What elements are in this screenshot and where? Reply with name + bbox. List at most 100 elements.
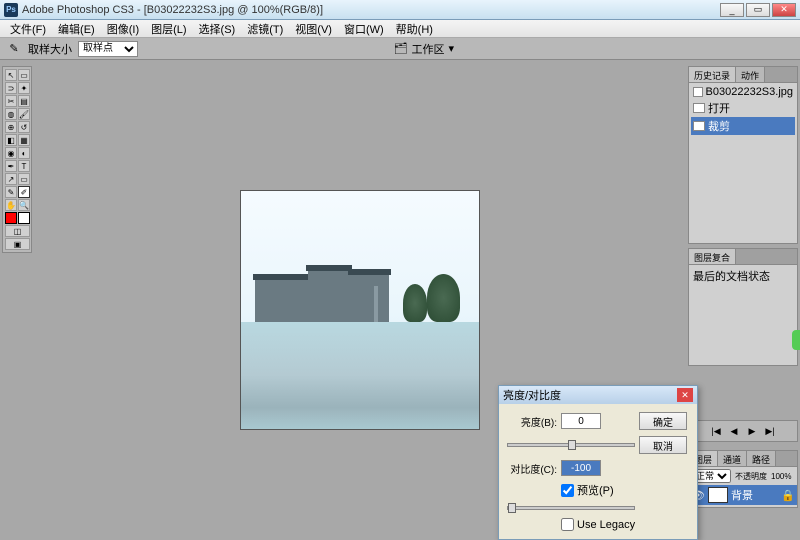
contrast-label: 对比度(C):: [507, 461, 557, 476]
pen-tool[interactable]: ✒: [5, 160, 17, 172]
background-color[interactable]: [18, 212, 30, 224]
paths-tab[interactable]: 路径: [747, 451, 776, 466]
menu-image[interactable]: 图像(I): [101, 19, 145, 39]
layer-name: 背景: [731, 487, 753, 503]
shape-tool[interactable]: ▭: [18, 173, 30, 185]
layer-row-background[interactable]: 👁 背景 🔒: [689, 485, 797, 505]
minimize-button[interactable]: _: [720, 3, 744, 17]
history-brush-tool[interactable]: ↺: [18, 121, 30, 133]
zoom-tool[interactable]: 🔍: [18, 199, 30, 211]
image-building: [255, 279, 307, 322]
nav-prev-icon[interactable]: ◀: [728, 425, 740, 437]
menu-file[interactable]: 文件(F): [4, 19, 52, 39]
titlebar: Ps Adobe Photoshop CS3 - [B03022232S3.jp…: [0, 0, 800, 20]
workspace-label[interactable]: 工作区: [411, 41, 444, 57]
cancel-button[interactable]: 取消: [639, 436, 687, 454]
dialog-titlebar[interactable]: 亮度/对比度 ✕: [499, 386, 697, 404]
brightness-slider[interactable]: [507, 443, 635, 447]
notes-tool[interactable]: ✎: [5, 186, 17, 198]
window-title: Adobe Photoshop CS3 - [B03022232S3.jpg @…: [22, 4, 720, 16]
workspace-dropdown-icon[interactable]: ▾: [448, 42, 454, 55]
hand-tool[interactable]: ✋: [5, 199, 17, 211]
preview-checkbox[interactable]: [561, 484, 574, 497]
eyedropper-tool[interactable]: ✐: [18, 186, 30, 198]
ok-button[interactable]: 确定: [639, 412, 687, 430]
brush-tool[interactable]: 🖌: [18, 108, 30, 120]
nav-last-icon[interactable]: ▶|: [764, 425, 776, 437]
options-bar: ✎ 取样大小 取样点 🗂 工作区 ▾: [0, 38, 800, 60]
menu-select[interactable]: 选择(S): [193, 19, 242, 39]
app-icon: Ps: [4, 3, 18, 17]
menu-filter[interactable]: 滤镜(T): [241, 19, 289, 39]
image-pagoda: [374, 286, 378, 322]
nav-first-icon[interactable]: |◀: [710, 425, 722, 437]
step-icon: [693, 121, 705, 131]
eyedropper-icon: ✎: [6, 41, 22, 57]
channels-tab[interactable]: 通道: [718, 451, 747, 466]
gradient-tool[interactable]: ▦: [18, 134, 30, 146]
foreground-color[interactable]: [5, 212, 17, 224]
slice-tool[interactable]: ▤: [18, 95, 30, 107]
layer-comp-label: 最后的文档状态: [693, 268, 770, 284]
actions-tab[interactable]: 动作: [736, 67, 765, 82]
screenmode-toggle[interactable]: ▣: [5, 238, 30, 250]
history-panel: 历史记录 动作 B03022232S3.jpg 打开 裁剪: [688, 66, 798, 244]
nav-next-icon[interactable]: ▶: [746, 425, 758, 437]
contrast-slider[interactable]: [507, 506, 635, 510]
history-step-open[interactable]: 打开: [691, 99, 795, 117]
menu-edit[interactable]: 编辑(E): [52, 19, 101, 39]
image-tree: [403, 284, 427, 322]
eraser-tool[interactable]: ◧: [5, 134, 17, 146]
close-button[interactable]: ✕: [772, 3, 796, 17]
contrast-input[interactable]: [561, 460, 601, 476]
layer-comps-tab[interactable]: 图层复合: [689, 249, 736, 264]
right-panels: 历史记录 动作 B03022232S3.jpg 打开 裁剪 图层复合 最后的文档…: [688, 66, 798, 366]
brightness-input[interactable]: [561, 413, 601, 429]
layer-comp-item[interactable]: 最后的文档状态: [691, 267, 795, 285]
workspace-icon: 🗂: [394, 42, 408, 55]
lock-icon: 🔒: [781, 489, 795, 502]
menu-view[interactable]: 视图(V): [289, 19, 338, 39]
quickmask-toggle[interactable]: ◫: [5, 225, 30, 237]
menu-help[interactable]: 帮助(H): [390, 19, 439, 39]
history-step-label: 打开: [708, 100, 730, 116]
history-snapshot[interactable]: B03022232S3.jpg: [691, 85, 795, 99]
brightness-label: 亮度(B):: [507, 414, 557, 429]
sample-size-select[interactable]: 取样点: [78, 41, 138, 57]
bridge-launcher[interactable]: [792, 330, 800, 350]
layer-comps-panel: 图层复合 最后的文档状态: [688, 248, 798, 366]
history-step-crop[interactable]: 裁剪: [691, 117, 795, 135]
lasso-tool[interactable]: ⊃: [5, 82, 17, 94]
heal-tool[interactable]: ◍: [5, 108, 17, 120]
crop-tool[interactable]: ✂: [5, 95, 17, 107]
legacy-label: Use Legacy: [577, 519, 635, 531]
document-canvas[interactable]: [240, 190, 480, 430]
preview-label: 预览(P): [577, 482, 614, 498]
history-tab[interactable]: 历史记录: [689, 67, 736, 82]
marquee-tool[interactable]: ▭: [18, 69, 30, 81]
nav-controls: |◀ ◀ ▶ ▶|: [688, 420, 798, 442]
image-tree: [427, 274, 460, 322]
layers-panel: 图层 通道 路径 正常 不透明度 100% 👁 背景 🔒: [688, 450, 798, 508]
snapshot-thumb-icon: [693, 87, 703, 97]
history-doc-name: B03022232S3.jpg: [706, 86, 793, 98]
maximize-button[interactable]: ▭: [746, 3, 770, 17]
step-icon: [693, 103, 705, 113]
legacy-checkbox[interactable]: [561, 518, 574, 531]
menu-layer[interactable]: 图层(L): [145, 19, 192, 39]
move-tool[interactable]: ↖: [5, 69, 17, 81]
menu-window[interactable]: 窗口(W): [338, 19, 390, 39]
path-tool[interactable]: ↗: [5, 173, 17, 185]
wand-tool[interactable]: ✦: [18, 82, 30, 94]
dodge-tool[interactable]: ◐: [18, 147, 30, 159]
blur-tool[interactable]: ◉: [5, 147, 17, 159]
image-reflection: [241, 322, 479, 429]
stamp-tool[interactable]: ⊕: [5, 121, 17, 133]
window-controls: _ ▭ ✕: [720, 3, 796, 17]
dialog-close-button[interactable]: ✕: [677, 388, 693, 402]
menubar: 文件(F) 编辑(E) 图像(I) 图层(L) 选择(S) 滤镜(T) 视图(V…: [0, 20, 800, 38]
type-tool[interactable]: T: [18, 160, 30, 172]
opacity-value[interactable]: 100%: [771, 472, 791, 481]
image-building: [308, 270, 351, 322]
brightness-contrast-dialog: 亮度/对比度 ✕ 亮度(B): 确定 取消 对比度(C): 预览(P) Use …: [498, 385, 698, 540]
